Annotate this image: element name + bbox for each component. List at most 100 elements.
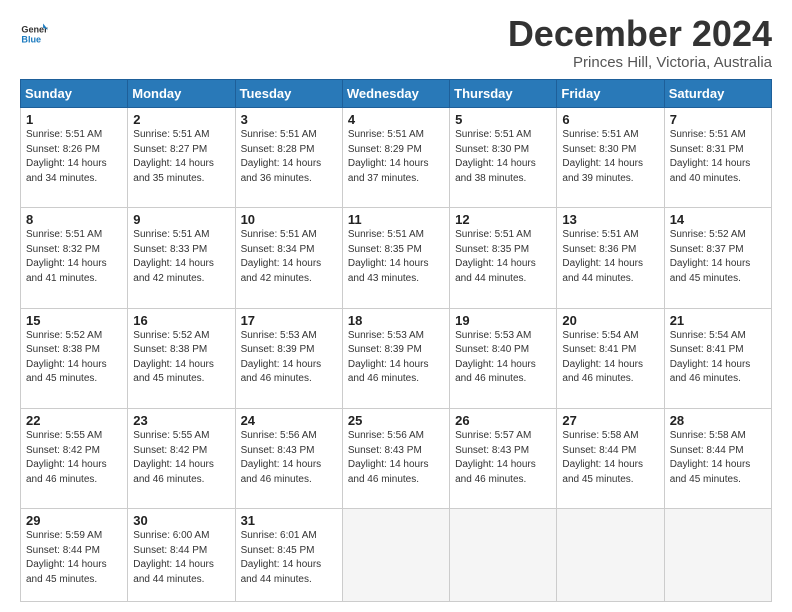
- table-row: [557, 509, 664, 602]
- table-row: 5 Sunrise: 5:51 AMSunset: 8:30 PMDaylight…: [450, 108, 557, 208]
- day-info: Sunrise: 5:51 AMSunset: 8:30 PMDaylight:…: [455, 129, 536, 184]
- day-number: 25: [348, 413, 445, 428]
- table-row: 12Sunrise: 5:51 AMSunset: 8:35 PMDayligh…: [450, 208, 557, 308]
- day-number: 5: [455, 112, 552, 127]
- day-info: Sunrise: 5:51 AMSunset: 8:36 PMDaylight:…: [562, 229, 643, 284]
- calendar-header-row: Sunday Monday Tuesday Wednesday Thursday…: [21, 80, 772, 108]
- table-row: 23Sunrise: 5:55 AMSunset: 8:42 PMDayligh…: [128, 409, 235, 509]
- table-row: [342, 509, 449, 602]
- day-number: 26: [455, 413, 552, 428]
- calendar-body: 1 Sunrise: 5:51 AMSunset: 8:26 PMDaylight…: [21, 108, 772, 602]
- header: General Blue December 2024 Princes Hill,…: [20, 16, 772, 71]
- table-row: 2Sunrise: 5:51 AMSunset: 8:27 PMDaylight…: [128, 108, 235, 208]
- day-number: 29: [26, 513, 123, 528]
- day-info: Sunrise: 5:51 AMSunset: 8:32 PMDaylight:…: [26, 229, 107, 284]
- svg-text:Blue: Blue: [21, 34, 41, 44]
- day-info: Sunrise: 5:55 AMSunset: 8:42 PMDaylight:…: [26, 430, 107, 485]
- day-info: Sunrise: 5:53 AMSunset: 8:39 PMDaylight:…: [241, 330, 322, 385]
- table-row: 22 Sunrise: 5:55 AMSunset: 8:42 PMDayligh…: [21, 409, 772, 509]
- col-monday: Monday: [128, 80, 235, 108]
- day-info: Sunrise: 5:51 AMSunset: 8:34 PMDaylight:…: [241, 229, 322, 284]
- day-info: Sunrise: 5:51 AMSunset: 8:26 PMDaylight:…: [26, 129, 107, 184]
- table-row: 20 Sunrise: 5:54 AMSunset: 8:41 PMDayligh…: [557, 308, 664, 408]
- day-number: 16: [133, 313, 230, 328]
- table-row: 8 Sunrise: 5:51 AMSunset: 8:32 PMDaylight…: [21, 208, 772, 308]
- table-row: 11Sunrise: 5:51 AMSunset: 8:35 PMDayligh…: [342, 208, 449, 308]
- table-row: [450, 509, 557, 602]
- table-row: 14 Sunrise: 5:52 AMSunset: 8:37 PMDayligh…: [664, 208, 771, 308]
- table-row: 3 Sunrise: 5:51 AMSunset: 8:28 PMDaylight…: [235, 108, 342, 208]
- day-number: 21: [670, 313, 767, 328]
- logo-icon: General Blue: [20, 20, 48, 48]
- col-friday: Friday: [557, 80, 664, 108]
- title-section: December 2024 Princes Hill, Victoria, Au…: [508, 16, 772, 71]
- day-info: Sunrise: 5:51 AMSunset: 8:35 PMDaylight:…: [455, 229, 536, 284]
- table-row: [664, 509, 771, 602]
- month-title: December 2024: [508, 16, 772, 52]
- table-row: 21Sunrise: 5:54 AMSunset: 8:41 PMDayligh…: [664, 308, 771, 408]
- table-row: 29 Sunrise: 5:59 AMSunset: 8:44 PMDayligh…: [21, 509, 772, 602]
- table-row: 30 Sunrise: 6:00 AMSunset: 8:44 PMDayligh…: [128, 509, 235, 602]
- table-row: 27Sunrise: 5:58 AMSunset: 8:44 PMDayligh…: [557, 409, 664, 509]
- col-thursday: Thursday: [450, 80, 557, 108]
- day-number: 2: [133, 112, 230, 127]
- day-number: 15: [26, 313, 123, 328]
- day-info: Sunrise: 5:51 AMSunset: 8:35 PMDaylight:…: [348, 229, 429, 284]
- table-row: 4Sunrise: 5:51 AMSunset: 8:29 PMDaylight…: [342, 108, 449, 208]
- day-info: Sunrise: 5:53 AMSunset: 8:39 PMDaylight:…: [348, 330, 429, 385]
- day-info: Sunrise: 5:53 AMSunset: 8:40 PMDaylight:…: [455, 330, 536, 385]
- day-number: 10: [241, 212, 338, 227]
- table-row: 19 Sunrise: 5:53 AMSunset: 8:40 PMDayligh…: [450, 308, 557, 408]
- day-info: Sunrise: 5:51 AMSunset: 8:29 PMDaylight:…: [348, 129, 429, 184]
- day-number: 14: [670, 212, 767, 227]
- day-info: Sunrise: 5:56 AMSunset: 8:43 PMDaylight:…: [241, 430, 322, 485]
- table-row: 22 Sunrise: 5:55 AMSunset: 8:42 PMDayligh…: [21, 409, 128, 509]
- col-sunday: Sunday: [21, 80, 128, 108]
- day-number: 3: [241, 112, 338, 127]
- table-row: 1 Sunrise: 5:51 AMSunset: 8:26 PMDaylight…: [21, 108, 772, 208]
- day-number: 28: [670, 413, 767, 428]
- day-number: 17: [241, 313, 338, 328]
- day-info: Sunrise: 5:54 AMSunset: 8:41 PMDaylight:…: [562, 330, 643, 385]
- day-info: Sunrise: 5:51 AMSunset: 8:33 PMDaylight:…: [133, 229, 214, 284]
- col-wednesday: Wednesday: [342, 80, 449, 108]
- day-info: Sunrise: 5:57 AMSunset: 8:43 PMDaylight:…: [455, 430, 536, 485]
- table-row: 26 Sunrise: 5:57 AMSunset: 8:43 PMDayligh…: [450, 409, 557, 509]
- table-row: 29 Sunrise: 5:59 AMSunset: 8:44 PMDayligh…: [21, 509, 128, 602]
- location-subtitle: Princes Hill, Victoria, Australia: [508, 54, 772, 71]
- day-number: 6: [562, 112, 659, 127]
- day-info: Sunrise: 5:52 AMSunset: 8:37 PMDaylight:…: [670, 229, 751, 284]
- day-info: Sunrise: 6:00 AMSunset: 8:44 PMDaylight:…: [133, 530, 214, 585]
- table-row: 18 Sunrise: 5:53 AMSunset: 8:39 PMDayligh…: [342, 308, 449, 408]
- table-row: 17 Sunrise: 5:53 AMSunset: 8:39 PMDayligh…: [235, 308, 342, 408]
- day-info: Sunrise: 5:52 AMSunset: 8:38 PMDaylight:…: [26, 330, 107, 385]
- day-info: Sunrise: 5:51 AMSunset: 8:28 PMDaylight:…: [241, 129, 322, 184]
- calendar-table: Sunday Monday Tuesday Wednesday Thursday…: [20, 79, 772, 602]
- table-row: 28 Sunrise: 5:58 AMSunset: 8:44 PMDayligh…: [664, 409, 771, 509]
- day-number: 1: [26, 112, 123, 127]
- day-number: 20: [562, 313, 659, 328]
- day-info: Sunrise: 5:58 AMSunset: 8:44 PMDaylight:…: [670, 430, 751, 485]
- table-row: 6Sunrise: 5:51 AMSunset: 8:30 PMDaylight…: [557, 108, 664, 208]
- col-saturday: Saturday: [664, 80, 771, 108]
- day-info: Sunrise: 5:51 AMSunset: 8:31 PMDaylight:…: [670, 129, 751, 184]
- day-info: Sunrise: 5:56 AMSunset: 8:43 PMDaylight:…: [348, 430, 429, 485]
- day-number: 9: [133, 212, 230, 227]
- table-row: 24 Sunrise: 5:56 AMSunset: 8:43 PMDayligh…: [235, 409, 342, 509]
- day-info: Sunrise: 5:59 AMSunset: 8:44 PMDaylight:…: [26, 530, 107, 585]
- day-number: 13: [562, 212, 659, 227]
- table-row: 13 Sunrise: 5:51 AMSunset: 8:36 PMDayligh…: [557, 208, 664, 308]
- day-number: 22: [26, 413, 123, 428]
- page: General Blue December 2024 Princes Hill,…: [0, 0, 792, 612]
- table-row: 16 Sunrise: 5:52 AMSunset: 8:38 PMDayligh…: [128, 308, 235, 408]
- day-number: 27: [562, 413, 659, 428]
- day-number: 24: [241, 413, 338, 428]
- day-number: 18: [348, 313, 445, 328]
- day-info: Sunrise: 5:52 AMSunset: 8:38 PMDaylight:…: [133, 330, 214, 385]
- day-info: Sunrise: 5:55 AMSunset: 8:42 PMDaylight:…: [133, 430, 214, 485]
- table-row: 15 Sunrise: 5:52 AMSunset: 8:38 PMDayligh…: [21, 308, 128, 408]
- day-number: 31: [241, 513, 338, 528]
- day-number: 19: [455, 313, 552, 328]
- day-number: 8: [26, 212, 123, 227]
- day-number: 30: [133, 513, 230, 528]
